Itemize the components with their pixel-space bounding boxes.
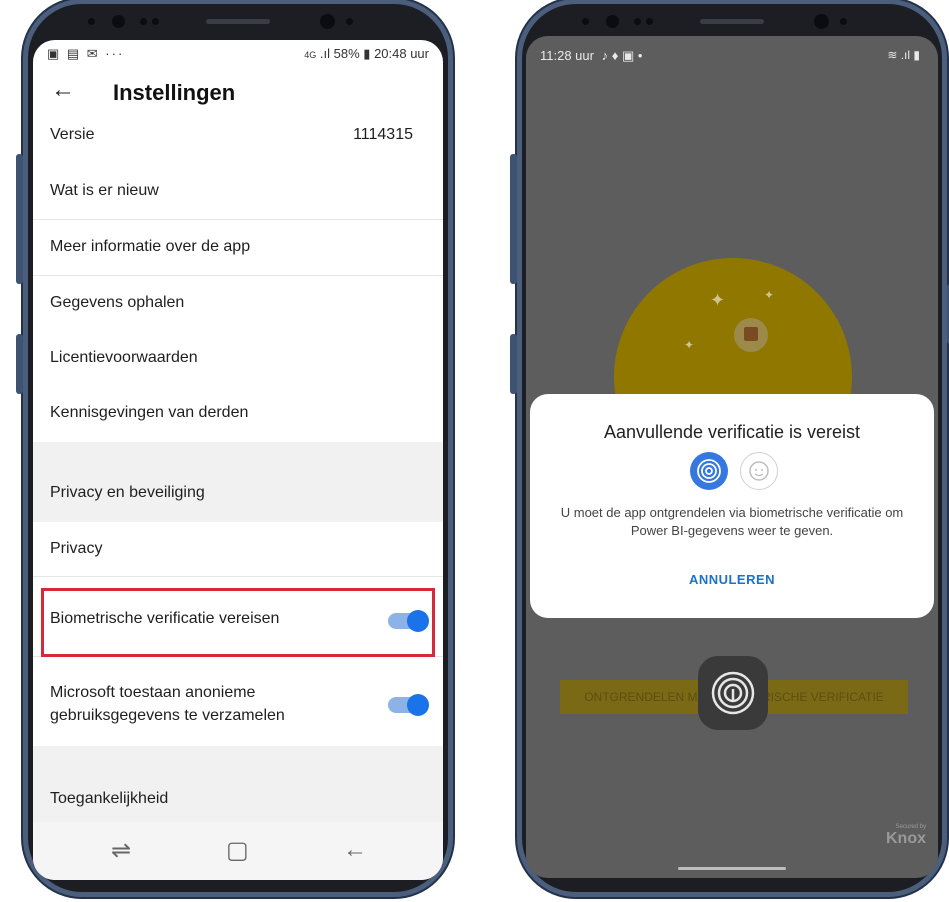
back-arrow-icon[interactable]: ← [51,76,75,104]
dialog-title: Aanvullende verificatie is vereist [603,422,861,442]
knox-wordmark: Knox [886,830,926,847]
sparkle-icon: ✦ [764,288,775,302]
status-bar: ▣ ▤ ✉ ··· 4G .ıl 58% ▮ 20:48 uur [33,40,443,66]
clock: 11:28 uur [540,48,594,63]
toggle-knob [407,694,429,716]
home-indicator[interactable] [678,867,786,870]
settings-row-third-party[interactable]: Kennisgevingen van derden [33,386,443,441]
app-bar: ← Instellingen [33,66,443,118]
row-label: Meer informatie over de app [50,238,251,255]
phone-frame-left: ▣ ▤ ✉ ··· 4G .ıl 58% ▮ 20:48 uur ← Inste… [16,4,448,892]
sensor-dot [646,18,653,25]
bixby-button [16,334,23,394]
settings-screen: ▣ ▤ ✉ ··· 4G .ıl 58% ▮ 20:48 uur ← Inste… [33,40,443,880]
status-time: 11:28 uur ♪ ♦ ▣ • [540,48,642,64]
lock-icon [744,327,758,341]
status-right: 4G .ıl 58% ▮ 20:48 uur [304,46,429,62]
verification-dialog: Aanvullende verificatie is vereist U moe… [530,394,934,618]
face-recognition-icon[interactable] [740,452,778,490]
top-bezel [28,4,448,44]
settings-row-whats-new[interactable]: Wat is er nieuw [33,164,443,220]
section-header-privacy: Privacy en beveiliging [33,442,443,522]
notification-icons: ♪ ♦ ▣ • [601,48,643,63]
signal-icon: .ıl [319,46,330,61]
row-label: Wat is er nieuw [50,182,159,199]
settings-row-privacy[interactable]: Privacy [33,522,443,577]
version-value: 1114315 [353,126,413,143]
telemetry-toggle[interactable] [388,694,429,716]
row-label: Gegevens ophalen [50,294,185,311]
sensor-dot [634,18,641,25]
row-label: Privacy [50,540,103,557]
fingerprint-sensor-button[interactable] [698,656,768,730]
lock-badge [734,318,768,352]
sensor-dot [140,18,147,25]
notification-icons: ▣ ▤ ✉ ··· [47,46,125,61]
sparkle-icon: ✦ [684,338,695,352]
phone-frame-right: 11:28 uur ♪ ♦ ▣ • ≋ .ıl ▮ ✦ ✦ ✦ ONTGREND… [510,4,949,892]
sensor-dot [346,18,353,25]
home-icon[interactable]: ▢ [226,836,249,865]
row-label-line2: gebruiksgegevens te verzamelen [50,707,285,724]
settings-row-more-info[interactable]: Meer informatie over de app [33,220,443,276]
volume-button [16,154,23,284]
recents-icon[interactable]: ⇌ [111,836,131,865]
navigation-bar: ⇌ ▢ ← [33,822,443,880]
sensor-dot [582,18,589,25]
sensor-dot [88,18,95,25]
speaker-grille [206,19,270,24]
battery-icon: ▮ [363,46,371,61]
page-title: Instellingen [113,80,236,105]
back-icon[interactable]: ← [343,836,367,864]
front-camera [112,15,125,28]
section-title: Toegankelijkheid [50,790,169,807]
section-title: Privacy en beveiliging [50,484,205,501]
battery-percent: 58% [333,46,360,61]
settings-row-version: Versie 1114315 [33,118,443,165]
settings-row-telemetry[interactable]: Microsoft toestaan anonieme gebruiksgege… [33,662,443,744]
sensor-dot [840,18,847,25]
iris-scanner [814,14,829,29]
row-label: Kennisgevingen van derden [50,404,249,421]
settings-row-fetch-data[interactable]: Gegevens ophalen [33,276,443,332]
sensor-dot [152,18,159,25]
volume-button [510,154,517,284]
row-label-line1: Microsoft toestaan anonieme [50,684,256,701]
settings-row-license[interactable]: Licentievoorwaarden [33,331,443,387]
clock: 20:48 uur [374,46,429,61]
lock-screen: 11:28 uur ♪ ♦ ▣ • ≋ .ıl ▮ ✦ ✦ ✦ ONTGREND… [526,36,938,878]
fingerprint-option-icon[interactable] [690,452,728,490]
fingerprint-icon [711,671,755,715]
dialog-message: U moet de app ontgrendelen via biometris… [560,505,904,538]
iris-scanner [320,14,335,29]
row-label: Licentievoorwaarden [50,349,198,366]
section-header-accessibility: Toegankelijkheid [33,746,443,824]
network-label: 4G [304,50,317,60]
knox-logo: Secured by Knox [886,824,926,848]
status-icons: ≋ .ıl ▮ [887,48,920,62]
bixby-button [510,334,517,394]
highlight-box [41,588,435,657]
row-label: Versie [50,126,95,143]
front-camera [606,15,619,28]
cancel-button[interactable]: ANNULEREN [530,572,934,587]
speaker-grille [700,19,764,24]
sparkle-icon: ✦ [710,290,726,310]
